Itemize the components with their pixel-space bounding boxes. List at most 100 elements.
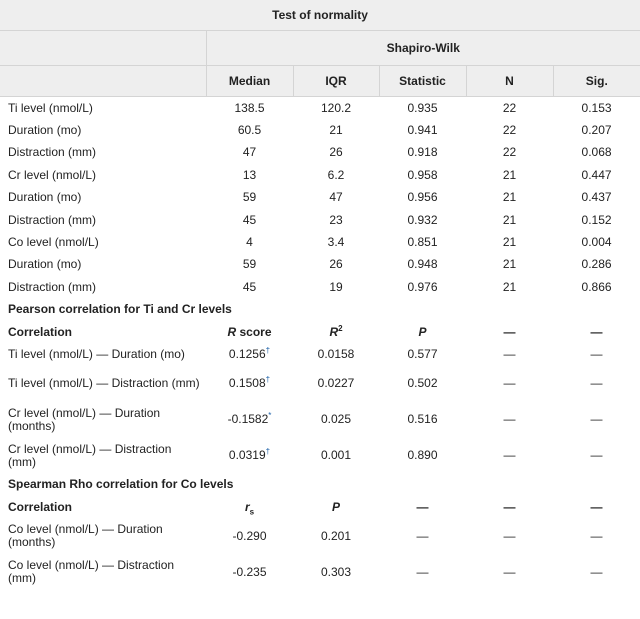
table-row: Ti level (nmol/L) 138.5 120.2 0.935 22 0… (0, 97, 640, 120)
spearman-heading: Spearman Rho correlation for Co levels (8, 477, 234, 492)
cell-iqr: 23 (329, 212, 343, 227)
pearson-col-r-suffix: score (236, 324, 272, 339)
table-row: Co level (nmol/L) — Distraction (mm) -0.… (0, 554, 640, 590)
cell-r2: 0.0227 (317, 376, 355, 391)
header-median: Median (205, 65, 293, 97)
row-label: Distraction (mm) (8, 145, 97, 160)
cell-median: 138.5 (234, 100, 265, 115)
cell-median: 45 (242, 279, 257, 294)
cell-n: 22 (502, 145, 517, 160)
pearson-heading: Pearson correlation for Ti and Cr levels (8, 302, 232, 317)
cell-statistic: 0.918 (407, 145, 438, 160)
table-title: Test of normality (0, 0, 640, 31)
pearson-col-p: P (379, 321, 466, 343)
cell-r-value: 0.1256 (228, 346, 266, 361)
cell-r2: 0.025 (320, 412, 352, 427)
pearson-col-dash1: — (503, 324, 516, 339)
cell-n: 21 (502, 190, 517, 205)
section-heading-row: Pearson correlation for Ti and Cr levels (0, 299, 640, 321)
group-header: Shapiro-Wilk (206, 30, 640, 66)
cell-median: 47 (242, 145, 257, 160)
row-label: Cr level (nmol/L) — Duration (months) (8, 405, 161, 433)
row-label: Co level (nmol/L) (8, 235, 99, 250)
cell-iqr: 26 (329, 145, 343, 160)
spearman-header-row: Correlation rs P — — — (0, 496, 640, 518)
table-row: Ti level (nmol/L) — Distraction (mm) 0.1… (0, 366, 640, 402)
cell-median: 59 (242, 190, 257, 205)
row-label: Ti level (nmol/L) — Distraction (mm) (8, 376, 200, 391)
cell-dash: — (503, 376, 516, 391)
spearman-col-correlation: Correlation (8, 499, 73, 514)
cell-n: 21 (502, 257, 517, 272)
cell-r-value: 0.1508 (228, 376, 266, 391)
cell-iqr: 19 (329, 279, 343, 294)
row-label: Ti level (nmol/L) (8, 100, 93, 115)
cell-median: 13 (242, 167, 257, 182)
table-row: Co level (nmol/L) — Duration (months) -0… (0, 518, 640, 554)
group-header-blank (0, 30, 207, 66)
cell-sig: 0.866 (581, 279, 612, 294)
table-row: Duration (mo) 59 26 0.948 21 0.286 (0, 254, 640, 276)
cell-p: 0.303 (320, 564, 352, 579)
table-row: Duration (mo) 60.5 21 0.941 22 0.207 (0, 119, 640, 141)
cell-iqr: 6.2 (327, 167, 345, 182)
header-statistic: Statistic (378, 65, 466, 97)
pearson-header-row: Correlation R score R2 P — — (0, 321, 640, 343)
cell-p: 0.516 (407, 412, 438, 427)
pearson-col-r2-letter: R (329, 324, 339, 339)
cell-dash: — (503, 448, 516, 463)
cell-sig: 0.437 (581, 190, 612, 205)
cell-n: 22 (502, 123, 517, 138)
table-row: Cr level (nmol/L) 13 6.2 0.958 21 0.447 (0, 164, 640, 186)
cell-dash: — (590, 346, 603, 361)
cell-sig: 0.068 (581, 145, 612, 160)
row-label: Duration (mo) (8, 257, 82, 272)
cell-statistic: 0.948 (407, 257, 438, 272)
row-label: Co level (nmol/L) — Distraction (mm) (8, 558, 175, 586)
cell-dash: — (590, 412, 603, 427)
cell-n: 21 (502, 279, 517, 294)
cell-r: 0.1508† (206, 366, 293, 402)
pearson-col-r: R score (206, 321, 293, 343)
row-label: Duration (mo) (8, 190, 82, 205)
table-row: Distraction (mm) 45 19 0.976 21 0.866 (0, 276, 640, 298)
pearson-col-r-letter: R (227, 324, 237, 339)
cell-median: 59 (242, 257, 257, 272)
row-label: Ti level (nmol/L) — Duration (mo) (8, 346, 185, 361)
cell-p: 0.577 (407, 346, 438, 361)
cell-sig: 0.004 (581, 235, 612, 250)
row-label: Distraction (mm) (8, 279, 97, 294)
spearman-col-dash3: — (590, 499, 603, 514)
cell-p: 0.201 (320, 528, 352, 543)
cell-iqr: 120.2 (320, 100, 352, 115)
pearson-col-correlation: Correlation (8, 324, 73, 339)
row-label: Cr level (nmol/L) (8, 167, 97, 182)
cell-statistic: 0.958 (407, 167, 438, 182)
table-row: Co level (nmol/L) 4 3.4 0.851 21 0.004 (0, 231, 640, 253)
cell-statistic: 0.851 (407, 235, 438, 250)
cell-dash: — (416, 564, 429, 579)
cell-statistic: 0.935 (407, 100, 438, 115)
cell-dash: — (503, 564, 516, 579)
table-row: Cr level (nmol/L) — Distraction (mm) 0.0… (0, 438, 640, 474)
cell-r: -0.235 (232, 564, 267, 579)
cell-statistic: 0.976 (407, 279, 438, 294)
cell-n: 21 (502, 212, 517, 227)
header-blank (0, 65, 206, 97)
dagger-mark: † (265, 345, 271, 355)
spearman-col-p-letter: P (331, 499, 340, 514)
row-label: Distraction (mm) (8, 212, 97, 227)
cell-dash: — (503, 528, 516, 543)
cell-sig: 0.207 (581, 123, 612, 138)
header-iqr: IQR (292, 65, 379, 97)
cell-n: 22 (502, 100, 517, 115)
row-label: Cr level (nmol/L) — Distraction (mm) (8, 441, 172, 469)
cell-iqr: 26 (329, 257, 343, 272)
cell-p: 0.502 (407, 376, 438, 391)
section-heading-row: Spearman Rho correlation for Co levels (0, 474, 640, 496)
cell-r-value: 0.0319 (228, 448, 266, 463)
table-row: Distraction (mm) 45 23 0.932 21 0.152 (0, 209, 640, 231)
cell-iqr: 21 (329, 123, 343, 138)
cell-statistic: 0.932 (407, 212, 438, 227)
cell-r-value: -0.1582 (227, 412, 269, 427)
